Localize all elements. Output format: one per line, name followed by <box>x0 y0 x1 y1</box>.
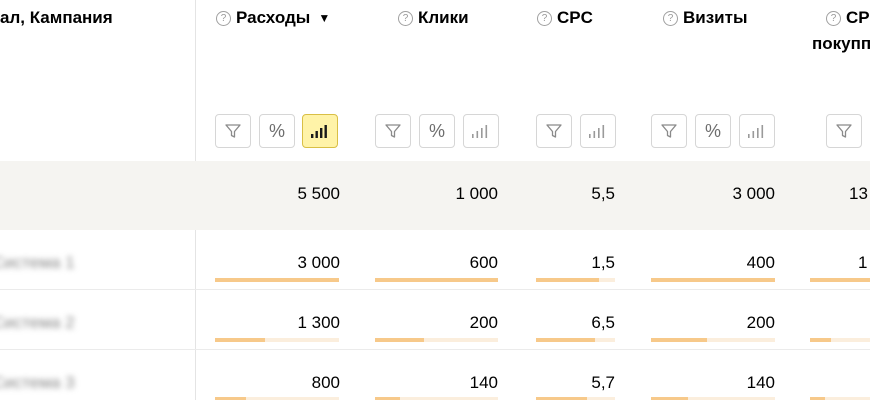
column-label-expenses: Расходы <box>236 8 311 27</box>
value-bar-fill <box>215 278 339 282</box>
column-label-visits: Визиты <box>683 8 748 27</box>
percent-button[interactable]: % <box>419 114 455 148</box>
value-bar-fill <box>536 338 596 342</box>
row-campaign-name[interactable]: Система 1 <box>0 253 75 273</box>
value-bar-track <box>215 278 339 282</box>
column-label-cpp: CP <box>846 8 870 27</box>
row-divider <box>0 349 870 350</box>
summary-visits: 3 000 <box>732 184 775 203</box>
help-icon[interactable]: ? <box>826 10 841 26</box>
row-expenses: 1 300 <box>297 313 340 332</box>
value-bar-fill <box>810 338 831 342</box>
help-icon[interactable]: ? <box>537 10 552 26</box>
value-bar-track <box>810 278 870 282</box>
row-visits: 140 <box>746 373 775 392</box>
bar-chart-button-active[interactable] <box>302 114 338 148</box>
row-expenses: 800 <box>311 373 340 392</box>
value-bar-track <box>215 338 339 342</box>
percent-button[interactable]: % <box>695 114 731 148</box>
column-label-clicks: Клики <box>418 8 469 27</box>
bar-chart-button[interactable] <box>580 114 616 148</box>
percent-button[interactable]: % <box>259 114 295 148</box>
statistics-table: ал, Кампания ? Расходы ▼ ? Клики ? CPC ?… <box>0 0 870 400</box>
help-icon[interactable]: ? <box>663 10 678 26</box>
summary-expenses: 5 500 <box>297 184 340 203</box>
filter-icon <box>546 124 562 138</box>
filter-button[interactable] <box>536 114 572 148</box>
value-bar-fill <box>651 278 775 282</box>
row-clicks: 140 <box>469 373 498 392</box>
help-icon[interactable]: ? <box>398 10 413 26</box>
row-expenses: 3 000 <box>297 253 340 272</box>
value-bar-fill <box>215 338 265 342</box>
percent-icon: % <box>704 120 721 141</box>
filter-icon <box>836 124 852 138</box>
column-header-visits[interactable]: ? Визиты <box>663 8 747 28</box>
row-campaign-name[interactable]: Система 2 <box>0 313 75 333</box>
bar-chart-icon <box>589 125 605 138</box>
column-header-cpp[interactable]: ? CP <box>826 8 870 28</box>
row-clicks: 600 <box>469 253 498 272</box>
bar-chart-button[interactable] <box>463 114 499 148</box>
summary-cpp: 13 <box>849 184 868 203</box>
row-visits: 200 <box>746 313 775 332</box>
bar-chart-icon <box>311 125 327 138</box>
row-visits: 400 <box>746 253 775 272</box>
bar-chart-icon <box>748 125 764 138</box>
column-label-cpp-line2: покупп <box>812 34 870 53</box>
value-bar-fill <box>810 278 870 282</box>
bar-chart-icon <box>472 125 488 138</box>
sort-desc-icon[interactable]: ▼ <box>318 11 330 25</box>
row-campaign-name[interactable]: Система 3 <box>0 373 75 393</box>
bar-chart-button[interactable] <box>739 114 775 148</box>
percent-icon: % <box>428 120 445 141</box>
help-icon[interactable]: ? <box>216 10 231 26</box>
value-bar-track <box>536 278 615 282</box>
row-cpc: 5,7 <box>591 373 615 392</box>
value-bar-fill <box>375 338 425 342</box>
row-cpc: 1,5 <box>591 253 615 272</box>
filter-button[interactable] <box>215 114 251 148</box>
filter-button[interactable] <box>826 114 862 148</box>
filter-icon <box>225 124 241 138</box>
value-bar-track <box>651 338 775 342</box>
value-bar-fill <box>375 278 498 282</box>
value-bar-track <box>375 278 498 282</box>
row-clicks: 200 <box>469 313 498 332</box>
column-header-clicks[interactable]: ? Клики <box>398 8 469 28</box>
row-divider <box>0 289 870 290</box>
value-bar-track <box>536 338 615 342</box>
filter-icon <box>385 124 401 138</box>
column-header-cpc[interactable]: ? CPC <box>537 8 593 28</box>
group-column-title[interactable]: ал, Кампания <box>0 8 113 28</box>
column-header-expenses[interactable]: ? Расходы ▼ <box>216 8 330 28</box>
value-bar-track <box>375 338 498 342</box>
value-bar-fill <box>651 338 707 342</box>
value-bar-track <box>651 278 775 282</box>
row-cpp: 1 <box>858 253 868 272</box>
filter-button[interactable] <box>375 114 411 148</box>
summary-clicks: 1 000 <box>455 184 498 203</box>
value-bar-fill <box>536 278 600 282</box>
column-label-cpc: CPC <box>557 8 593 27</box>
value-bar-track <box>810 338 870 342</box>
row-cpc: 6,5 <box>591 313 615 332</box>
filter-button[interactable] <box>651 114 687 148</box>
filter-icon <box>661 124 677 138</box>
summary-cpc: 5,5 <box>591 184 615 203</box>
percent-icon: % <box>268 120 285 141</box>
